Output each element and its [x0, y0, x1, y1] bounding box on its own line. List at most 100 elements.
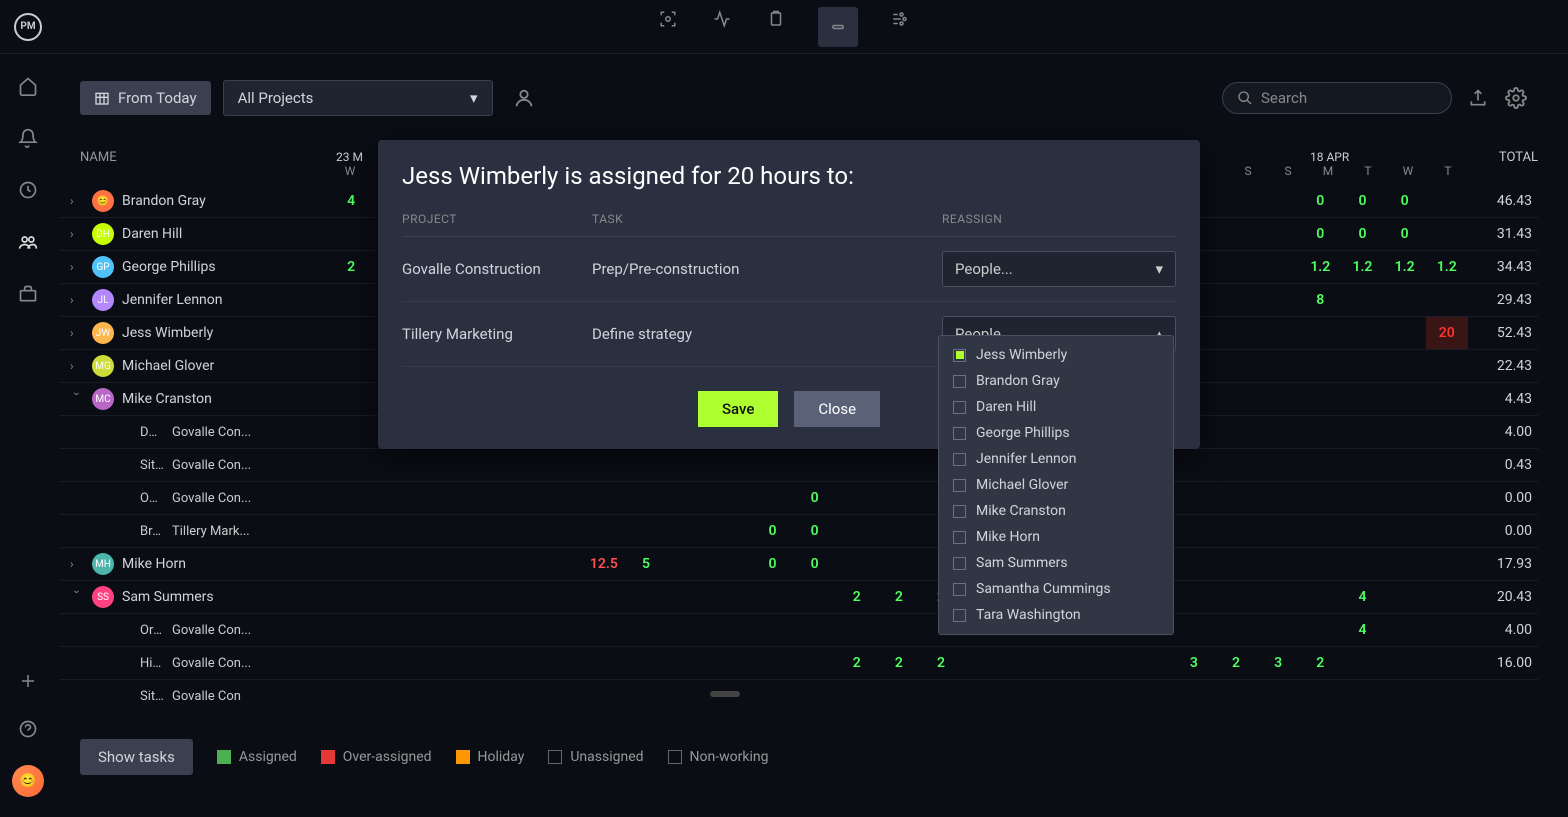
grid-cell[interactable] — [794, 449, 836, 481]
grid-cell[interactable]: 2 — [878, 647, 920, 679]
checkbox[interactable] — [953, 401, 966, 414]
grid-cell[interactable] — [499, 614, 541, 646]
grid-cell[interactable]: 0 — [1341, 185, 1383, 217]
grid-cell[interactable] — [625, 680, 667, 707]
subtask-name[interactable]: Site work — [70, 458, 164, 473]
grid-cell[interactable] — [1215, 416, 1257, 448]
subtask-name[interactable]: Occupancy — [70, 491, 164, 506]
grid-cell[interactable]: 2 — [836, 647, 878, 679]
search-input[interactable]: Search — [1222, 82, 1452, 114]
grid-cell[interactable] — [625, 449, 667, 481]
grid-cell[interactable] — [1257, 317, 1299, 349]
grid-cell[interactable]: 1.2 — [1341, 251, 1383, 283]
grid-cell[interactable]: 0 — [794, 482, 836, 514]
briefcase-icon[interactable] — [16, 282, 40, 306]
expand-chevron-icon[interactable]: › — [70, 359, 84, 373]
grid-cell[interactable] — [1384, 581, 1426, 613]
grid-cell[interactable] — [1341, 284, 1383, 316]
grid-cell[interactable] — [1173, 581, 1215, 613]
grid-cell[interactable] — [414, 647, 456, 679]
person-name[interactable]: Michael Glover — [122, 358, 214, 374]
home-icon[interactable] — [16, 74, 40, 98]
export-icon[interactable] — [1466, 86, 1490, 110]
grid-cell[interactable] — [1257, 218, 1299, 250]
grid-cell[interactable] — [1426, 449, 1468, 481]
grid-cell[interactable] — [372, 515, 414, 547]
grid-cell[interactable] — [836, 449, 878, 481]
dropdown-item[interactable]: Sam Summers — [939, 550, 1173, 576]
grid-cell[interactable] — [1426, 383, 1468, 415]
grid-cell[interactable] — [1046, 647, 1088, 679]
grid-cell[interactable] — [1341, 548, 1383, 580]
grid-cell[interactable] — [541, 548, 583, 580]
logo[interactable]: PM — [0, 0, 56, 54]
grid-cell[interactable]: 0 — [1384, 185, 1426, 217]
grid-cell[interactable]: 4 — [1341, 581, 1383, 613]
grid-cell[interactable] — [1215, 317, 1257, 349]
grid-cell[interactable] — [1426, 218, 1468, 250]
grid-cell[interactable] — [794, 680, 836, 707]
grid-cell[interactable]: 2 — [920, 647, 962, 679]
grid-cell[interactable] — [372, 647, 414, 679]
grid-cell[interactable] — [1173, 548, 1215, 580]
grid-cell[interactable] — [1384, 680, 1426, 707]
grid-cell[interactable] — [330, 647, 372, 679]
show-tasks-button[interactable]: Show tasks — [80, 739, 193, 775]
dropdown-item[interactable]: Samantha Cummings — [939, 576, 1173, 602]
grid-cell[interactable] — [414, 680, 456, 707]
dropdown-item[interactable]: Mike Horn — [939, 524, 1173, 550]
grid-cell[interactable] — [1341, 350, 1383, 382]
expand-chevron-icon[interactable]: › — [70, 590, 84, 604]
grid-cell[interactable] — [962, 647, 1004, 679]
subtask-name[interactable]: Documents ... — [70, 425, 164, 440]
checkbox[interactable] — [953, 557, 966, 570]
project-select[interactable]: All Projects ▾ — [223, 80, 493, 116]
grid-cell[interactable] — [1384, 350, 1426, 382]
grid-cell[interactable] — [794, 581, 836, 613]
grid-cell[interactable]: 2 — [1215, 647, 1257, 679]
grid-cell[interactable] — [1215, 218, 1257, 250]
person-name[interactable]: Sam Summers — [122, 589, 214, 605]
grid-cell[interactable] — [583, 449, 625, 481]
grid-cell[interactable] — [499, 482, 541, 514]
grid-cell[interactable] — [962, 680, 1004, 707]
checkbox[interactable] — [953, 453, 966, 466]
grid-cell[interactable]: 2 — [1299, 647, 1341, 679]
grid-cell[interactable] — [1341, 515, 1383, 547]
grid-cell[interactable] — [667, 614, 709, 646]
grid-cell[interactable] — [499, 515, 541, 547]
subtask-project[interactable]: Tillery Mark... — [172, 524, 272, 539]
grid-cell[interactable] — [1341, 317, 1383, 349]
grid-cell[interactable] — [372, 680, 414, 707]
expand-chevron-icon[interactable]: › — [70, 227, 84, 241]
grid-cell[interactable] — [1257, 350, 1299, 382]
grid-cell[interactable] — [625, 581, 667, 613]
grid-cell[interactable] — [1089, 647, 1131, 679]
grid-cell[interactable]: 5 — [625, 548, 667, 580]
grid-cell[interactable] — [456, 449, 498, 481]
grid-cell[interactable] — [583, 647, 625, 679]
close-button[interactable]: Close — [794, 391, 880, 427]
grid-cell[interactable] — [1173, 614, 1215, 646]
grid-cell[interactable] — [1131, 647, 1173, 679]
grid-cell[interactable] — [456, 482, 498, 514]
grid-cell[interactable] — [709, 515, 751, 547]
grid-cell[interactable] — [1384, 548, 1426, 580]
grid-cell[interactable] — [667, 647, 709, 679]
horizontal-scrollbar[interactable] — [710, 691, 740, 697]
grid-cell[interactable] — [414, 614, 456, 646]
subtask-project[interactable]: Govalle Con... — [172, 623, 272, 638]
grid-cell[interactable] — [1299, 317, 1341, 349]
grid-cell[interactable] — [1384, 416, 1426, 448]
clock-icon[interactable] — [16, 178, 40, 202]
grid-cell[interactable]: 0 — [1299, 185, 1341, 217]
grid-cell[interactable] — [1004, 680, 1046, 707]
grid-cell[interactable] — [878, 449, 920, 481]
grid-cell[interactable] — [1384, 614, 1426, 646]
person-name[interactable]: Jess Wimberly — [122, 325, 213, 341]
subtask-project[interactable]: Govalle Con... — [172, 458, 272, 473]
grid-cell[interactable] — [1131, 680, 1173, 707]
grid-cell[interactable]: 4 — [1341, 614, 1383, 646]
grid-cell[interactable] — [1426, 548, 1468, 580]
grid-cell[interactable] — [625, 647, 667, 679]
